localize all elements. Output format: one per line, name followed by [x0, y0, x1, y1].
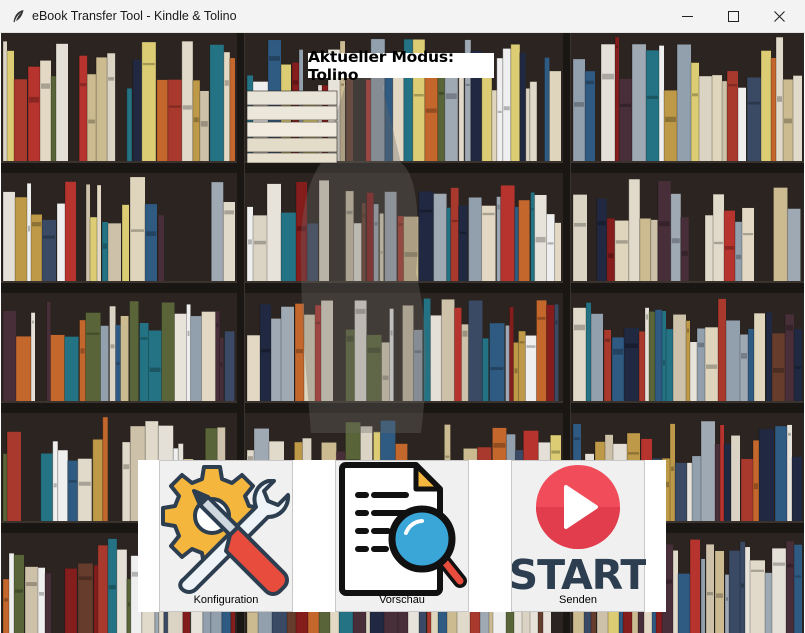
senden-label: Senden: [559, 594, 597, 606]
minimize-button[interactable]: [664, 0, 710, 33]
vorschau-label: Vorschau: [379, 594, 425, 606]
action-panel: Konfiguration Vorschau START Senden: [138, 460, 666, 612]
play-start-icon: START: [512, 465, 646, 599]
mode-text: Aktueller Modus: Tolino: [308, 47, 454, 84]
maximize-button[interactable]: [710, 0, 756, 33]
window-title: eBook Transfer Tool - Kindle & Tolino: [32, 9, 237, 23]
konfiguration-button[interactable]: Konfiguration: [159, 460, 293, 612]
vorschau-button[interactable]: Vorschau: [335, 460, 469, 612]
feather-icon: [13, 10, 24, 23]
maximize-icon: [727, 11, 739, 22]
mode-indicator: Aktueller Modus: Tolino: [308, 48, 494, 84]
document-magnifier-icon: [339, 462, 467, 596]
senden-button[interactable]: START Senden: [511, 460, 646, 612]
start-text: START: [512, 551, 646, 599]
gear-wrench-screwdriver-icon: [161, 465, 291, 596]
close-button[interactable]: [756, 0, 802, 33]
minimize-icon: [681, 16, 693, 17]
window-titlebar: eBook Transfer Tool - Kindle & Tolino: [0, 0, 805, 33]
close-icon: [773, 11, 785, 22]
konfiguration-label: Konfiguration: [193, 594, 259, 606]
